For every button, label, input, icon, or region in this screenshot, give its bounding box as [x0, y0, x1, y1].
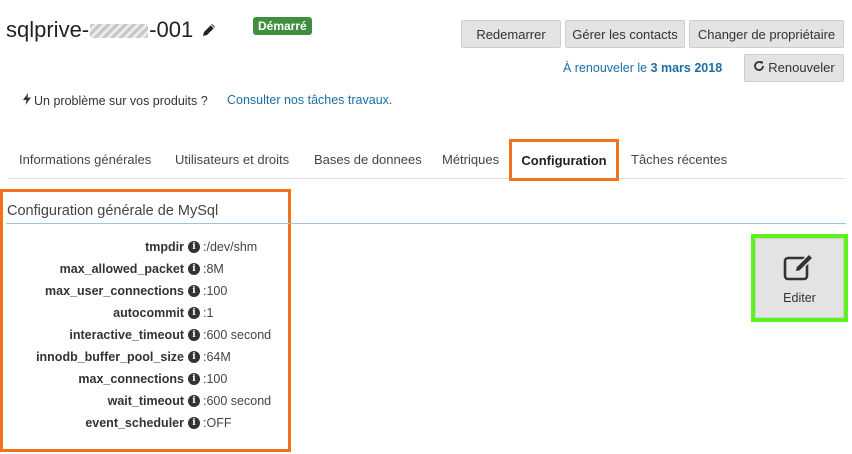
restart-button[interactable]: Redemarrer	[461, 20, 561, 48]
param-value: :64M	[203, 350, 231, 364]
renew-label: Renouveler	[768, 60, 835, 75]
param-row: interactive_timeout i :600 second	[0, 324, 290, 346]
title-prefix: sqlprive-	[6, 17, 90, 42]
tab-recent-tasks[interactable]: Tâches récentes	[631, 152, 727, 167]
edit-button-label: Editer	[783, 290, 816, 305]
change-owner-button[interactable]: Changer de propriétaire	[689, 20, 844, 48]
problem-text: Un problème sur vos produits ?	[34, 93, 208, 108]
renewal-date-text: À renouveler le 3 mars 2018	[563, 61, 722, 75]
info-icon[interactable]: i	[188, 329, 200, 341]
tab-users-rights[interactable]: Utilisateurs et droits	[175, 152, 289, 167]
pencil-icon[interactable]	[201, 22, 217, 38]
param-name: wait_timeout	[107, 394, 184, 408]
param-name: autocommit	[113, 306, 184, 320]
param-row: max_allowed_packet i :8M	[0, 258, 290, 280]
redacted-text	[90, 24, 149, 38]
work-tasks-link[interactable]: Consulter nos tâches travaux.	[227, 93, 392, 107]
page-title: sqlprive- -001	[6, 14, 217, 46]
param-value: :/dev/shm	[203, 240, 258, 254]
param-row: wait_timeout i :600 second	[0, 390, 290, 412]
param-row: max_user_connections i :100	[0, 280, 290, 302]
renewal-date: 3 mars 2018	[650, 61, 723, 75]
param-name: max_allowed_packet	[59, 262, 184, 276]
param-value: :8M	[203, 262, 224, 276]
renewal-prefix: À renouveler le	[563, 61, 648, 75]
param-name: innodb_buffer_pool_size	[36, 350, 184, 364]
param-row: innodb_buffer_pool_size i :64M	[0, 346, 290, 368]
renew-button[interactable]: Renouveler	[744, 54, 844, 82]
problem-notice: Un problème sur vos produits ?	[23, 93, 208, 108]
info-icon[interactable]: i	[188, 263, 200, 275]
param-value: :600 second	[203, 394, 272, 408]
edit-icon	[782, 252, 818, 287]
info-icon[interactable]: i	[188, 307, 200, 319]
info-icon[interactable]: i	[188, 417, 200, 429]
param-value: :600 second	[203, 328, 272, 342]
bolt-icon	[23, 93, 31, 108]
param-value: :OFF	[203, 416, 232, 430]
info-icon[interactable]: i	[188, 373, 200, 385]
info-icon[interactable]: i	[188, 285, 200, 297]
title-suffix: -001	[149, 17, 194, 42]
tab-configuration[interactable]: Configuration	[512, 142, 616, 178]
tab-metrics[interactable]: Métriques	[442, 152, 499, 167]
param-name: tmpdir	[145, 240, 184, 254]
info-icon[interactable]: i	[188, 351, 200, 363]
tab-general-info[interactable]: Informations générales	[19, 152, 151, 167]
section-title: Configuration générale de MySql	[7, 203, 219, 219]
param-row: tmpdir i :/dev/shm	[0, 236, 290, 258]
param-value: :100	[203, 284, 228, 298]
tabs-divider	[8, 178, 846, 179]
status-badge: Démarré	[253, 17, 312, 35]
manage-contacts-button[interactable]: Gérer les contacts	[565, 20, 685, 48]
refresh-icon	[753, 54, 765, 82]
param-row: autocommit i :1	[0, 302, 290, 324]
param-name: event_scheduler	[85, 416, 184, 430]
param-name: interactive_timeout	[69, 328, 184, 342]
param-name: max_connections	[78, 372, 184, 386]
param-value: :1	[203, 306, 214, 320]
param-value: :100	[203, 372, 228, 386]
edit-button[interactable]: Editer	[755, 238, 844, 318]
param-row: max_connections i :100	[0, 368, 290, 390]
info-icon[interactable]: i	[188, 395, 200, 407]
tab-databases[interactable]: Bases de donnees	[314, 152, 422, 167]
info-icon[interactable]: i	[188, 241, 200, 253]
param-row: event_scheduler i :OFF	[0, 412, 290, 434]
param-name: max_user_connections	[45, 284, 184, 298]
section-divider	[6, 223, 846, 224]
